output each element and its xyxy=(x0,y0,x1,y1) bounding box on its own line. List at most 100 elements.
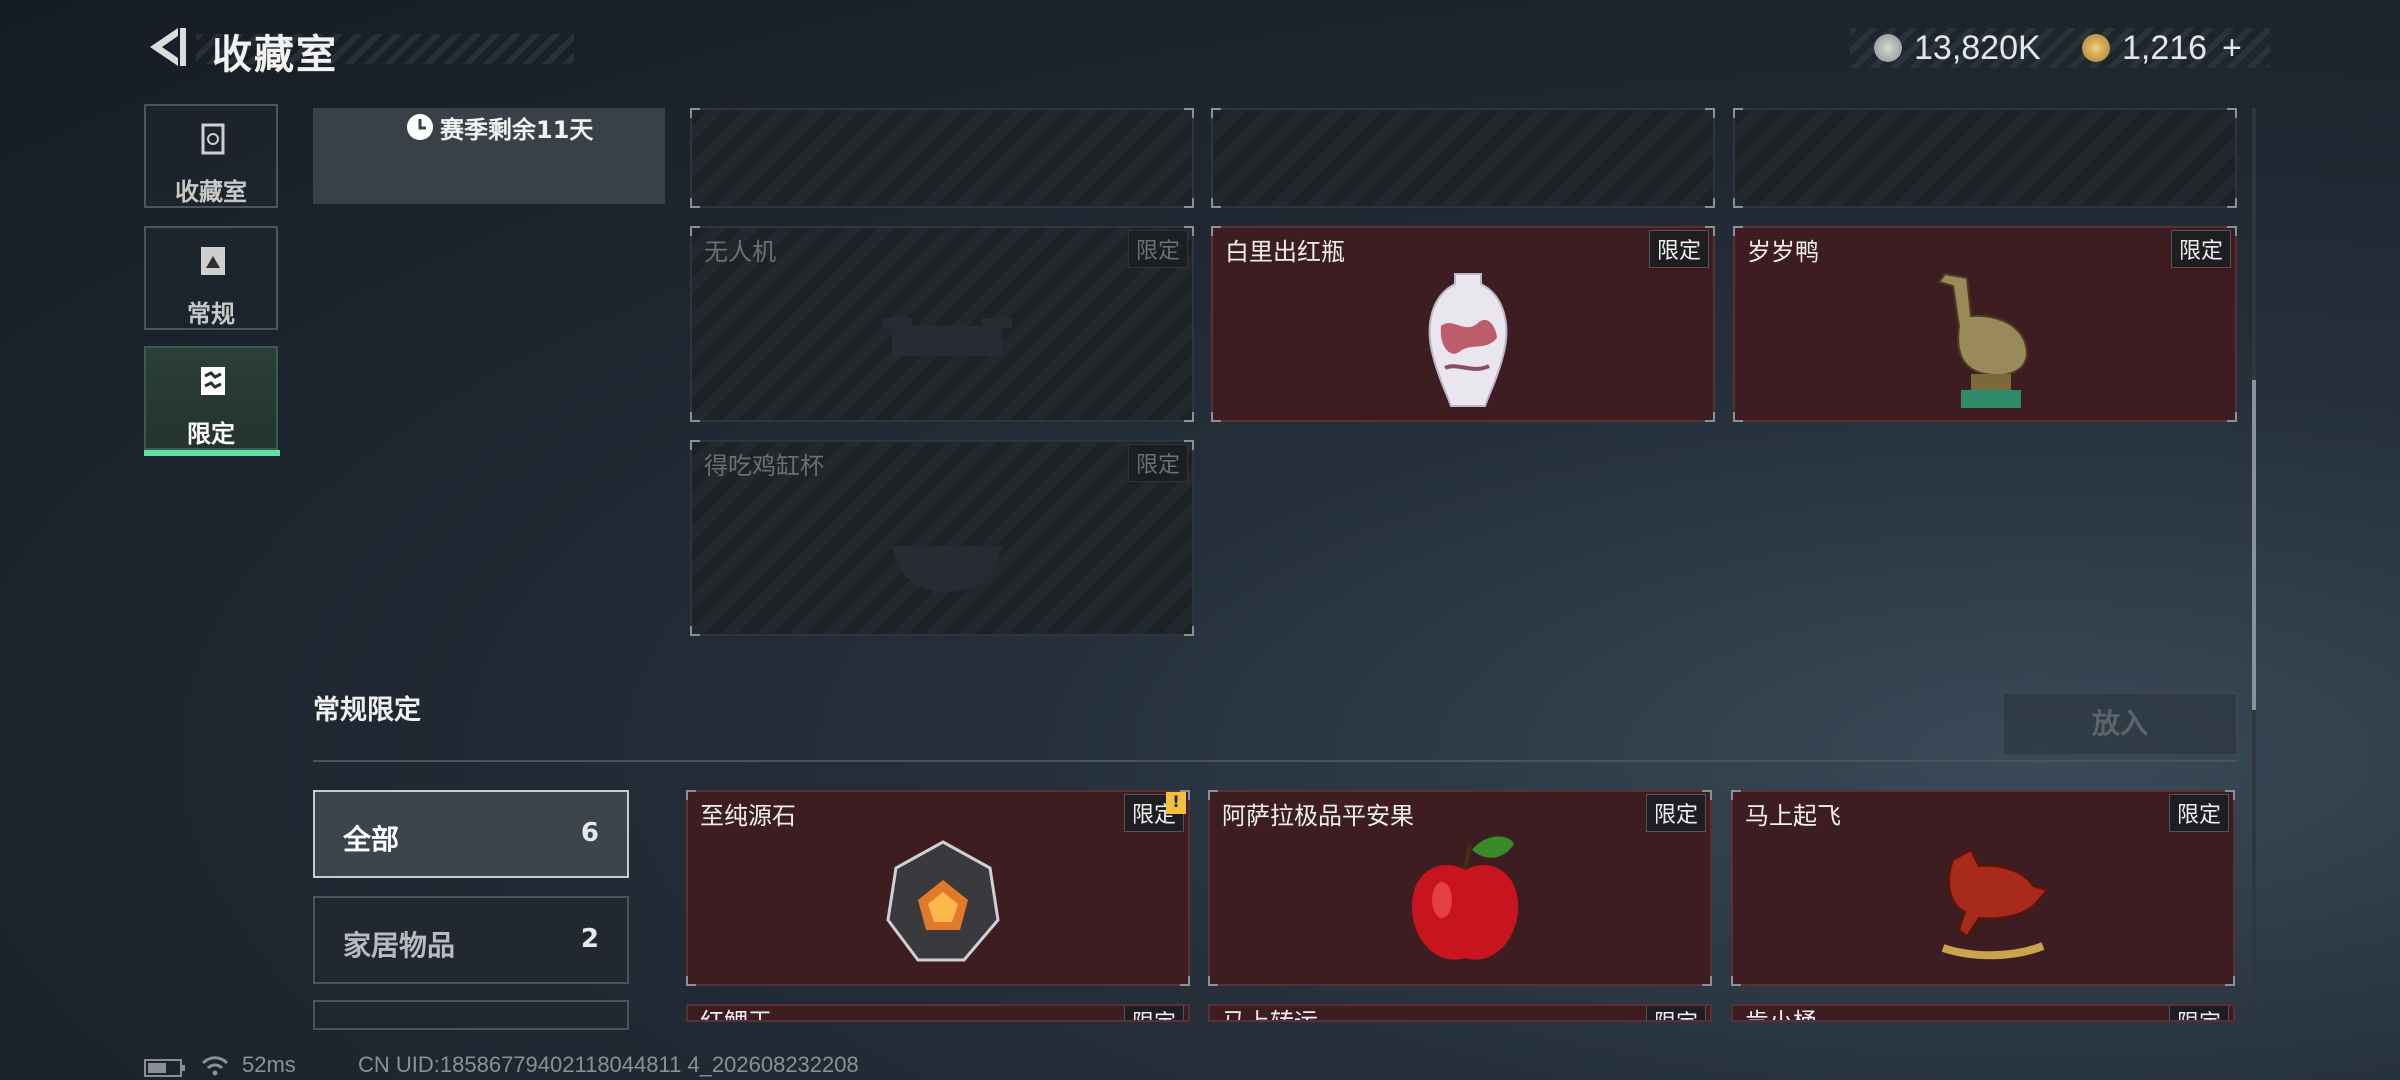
sidebar-item-label: 收藏室 xyxy=(175,178,247,206)
card-corner-decoration xyxy=(1731,790,1741,800)
red-horse-icon xyxy=(1941,848,2049,960)
card-corner-decoration xyxy=(1705,412,1715,422)
card-corner-decoration xyxy=(686,790,696,800)
filter-household[interactable]: 家居物品 2 xyxy=(313,896,629,984)
card-corner-decoration xyxy=(1733,1012,1741,1020)
sidebar-item-limited[interactable]: 限定 xyxy=(144,346,280,456)
card-corner-decoration xyxy=(1731,976,1741,986)
scrollbar-thumb[interactable] xyxy=(2252,380,2256,710)
collection-card-apple[interactable]: 阿萨拉极品平安果 限定 xyxy=(1208,790,1712,986)
porcelain-vase-icon xyxy=(1428,273,1508,407)
collection-card-cup[interactable]: 得吃鸡缸杯 限定 xyxy=(690,440,1194,636)
bowl-silhouette-icon xyxy=(892,546,1002,592)
silver-coin-value: 13,820K xyxy=(1914,29,2041,67)
put-in-button[interactable]: 放入 xyxy=(2002,692,2238,756)
currency-bar: 13,820K 1,216 + xyxy=(1850,28,2270,68)
wifi-icon xyxy=(201,1056,229,1076)
card-corner-decoration xyxy=(1702,1012,1710,1020)
card-name: 岁岁鸭 xyxy=(1747,238,1819,266)
back-arrow-icon[interactable] xyxy=(142,24,188,70)
limited-tag: 限定 xyxy=(2168,794,2229,832)
card-corner-decoration xyxy=(690,440,700,450)
card-corner-decoration xyxy=(688,1012,696,1020)
card-corner-decoration xyxy=(2225,790,2235,800)
collection-card-horse[interactable]: 马上起飞 限定 xyxy=(1731,790,2235,986)
card-corner-decoration xyxy=(690,226,700,236)
card-corner-decoration xyxy=(1705,198,1715,208)
card-corner-decoration xyxy=(1702,790,1712,800)
card-corner-decoration xyxy=(1702,976,1712,986)
card-corner-decoration xyxy=(1180,1012,1188,1020)
card-corner-decoration xyxy=(2227,108,2237,118)
card-name: 白里出红瓶 xyxy=(1225,238,1345,266)
card-corner-decoration xyxy=(1211,198,1221,208)
card-corner-decoration xyxy=(2225,1012,2233,1020)
card-corner-decoration xyxy=(1705,226,1715,236)
filter-all[interactable]: 全部 6 xyxy=(313,790,629,878)
limited-tag: 限定 xyxy=(1127,230,1188,268)
card-name: 至纯源石 xyxy=(700,802,796,830)
card-corner-decoration xyxy=(2225,976,2235,986)
collection-card-drone[interactable]: 无人机 限定 xyxy=(690,226,1194,422)
card-name: 红鲤王 xyxy=(700,1008,772,1022)
card-name: 肯小桶 xyxy=(1745,1008,1817,1022)
card-corner-decoration xyxy=(1184,626,1194,636)
section-divider xyxy=(313,760,2237,762)
drone-silhouette-icon xyxy=(882,318,1012,356)
collection-card-carp[interactable]: 红鲤王 限定 xyxy=(686,1004,1190,1022)
battery-icon xyxy=(144,1059,185,1077)
card-corner-decoration xyxy=(1208,976,1218,986)
card-corner-decoration xyxy=(1184,440,1194,450)
collection-card-bucket[interactable]: 肯小桶 限定 xyxy=(1731,1004,2235,1022)
card-corner-decoration xyxy=(2227,198,2237,208)
filter-count: 2 xyxy=(580,924,599,954)
collection-card[interactable] xyxy=(1733,108,2237,208)
crystal-stone-icon xyxy=(886,840,1000,962)
ping-text: 52ms xyxy=(242,1052,296,1077)
bronze-duck-icon xyxy=(1937,272,2029,408)
sidebar-item-regular[interactable]: 常规 xyxy=(144,226,278,330)
card-name: 马上起飞 xyxy=(1745,802,1841,830)
limited-icon xyxy=(201,367,225,395)
limited-tag: 限定 xyxy=(1123,1006,1184,1020)
card-corner-decoration xyxy=(1211,108,1221,118)
card-corner-decoration xyxy=(1184,412,1194,422)
regular-icon xyxy=(201,247,225,275)
season-remaining-text: 赛季剩余11天 xyxy=(440,116,594,144)
collection-card[interactable] xyxy=(690,108,1194,208)
uid-text: CN UID:18586779402118044811 4_2026082322… xyxy=(358,1052,859,1077)
filter-partial[interactable] xyxy=(313,1000,629,1030)
add-currency-button[interactable]: + xyxy=(2222,29,2242,68)
silver-coin-icon xyxy=(1874,34,1902,62)
card-corner-decoration xyxy=(690,412,700,422)
card-corner-decoration xyxy=(690,626,700,636)
card-corner-decoration xyxy=(1184,108,1194,118)
gold-coin-icon xyxy=(2082,34,2110,62)
limited-tag: 限定 xyxy=(1648,230,1709,268)
card-corner-decoration xyxy=(1180,976,1190,986)
card-corner-decoration xyxy=(690,108,700,118)
card-name: 无人机 xyxy=(704,238,776,266)
sidebar-item-collection[interactable]: 收藏室 xyxy=(144,104,278,208)
clock-icon xyxy=(407,114,433,140)
card-corner-decoration xyxy=(1211,226,1221,236)
limited-tag: 限定 xyxy=(1645,1006,1706,1020)
collection-card[interactable] xyxy=(1211,108,1715,208)
collection-card-duck[interactable]: 岁岁鸭 限定 xyxy=(1733,226,2237,422)
collection-card-vase[interactable]: 白里出红瓶 限定 xyxy=(1211,226,1715,422)
collection-card-luck[interactable]: 马上转运 限定 xyxy=(1208,1004,1712,1022)
limited-tag: 限定 xyxy=(2168,1006,2229,1020)
card-corner-decoration xyxy=(690,198,700,208)
card-corner-decoration xyxy=(1184,198,1194,208)
page-title: 收藏室 xyxy=(212,32,338,78)
card-corner-decoration xyxy=(1211,412,1221,422)
card-corner-decoration xyxy=(1733,226,1743,236)
card-name: 得吃鸡缸杯 xyxy=(704,452,824,480)
section-title: 常规限定 xyxy=(313,695,421,726)
limited-tag: 限定 xyxy=(2170,230,2231,268)
collection-card-source-stone[interactable]: 至纯源石 限定 ! xyxy=(686,790,1190,986)
filter-label: 全部 xyxy=(343,823,400,856)
collection-room-icon xyxy=(201,123,225,155)
card-corner-decoration xyxy=(1733,198,1743,208)
sidebar-item-label: 限定 xyxy=(187,420,235,448)
